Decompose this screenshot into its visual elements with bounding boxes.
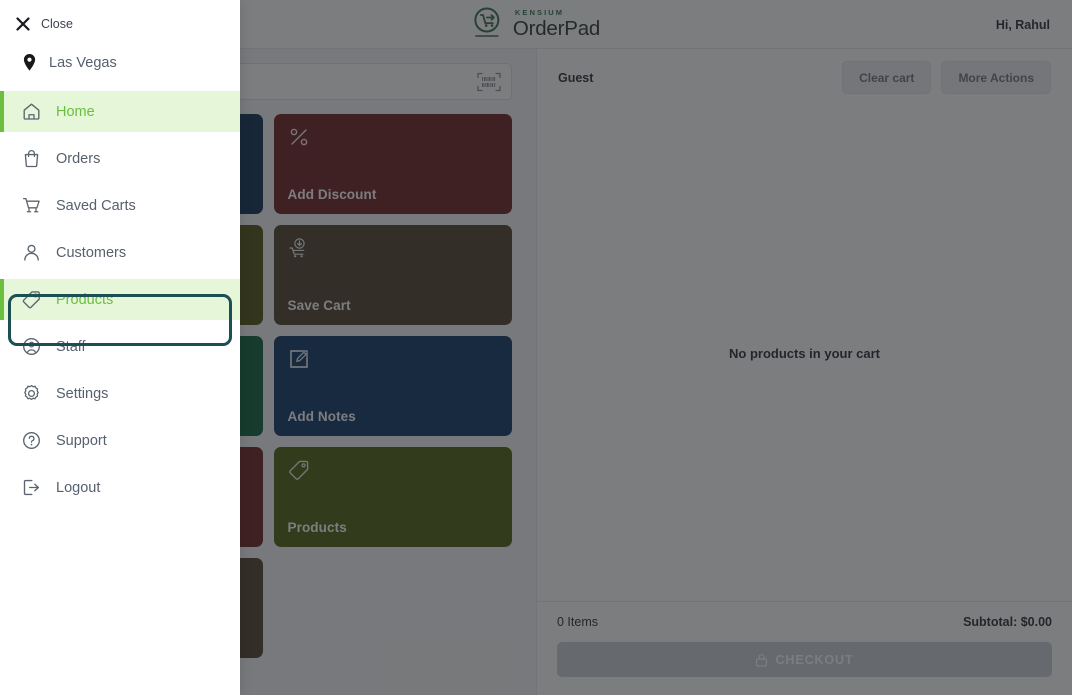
sidebar-item-label: Staff bbox=[56, 338, 86, 355]
gear-icon bbox=[24, 384, 39, 401]
sidebar-item-logout[interactable]: Logout bbox=[0, 467, 240, 508]
more-actions-button[interactable]: More Actions bbox=[941, 61, 1051, 94]
cart-header: Guest Clear cart More Actions bbox=[537, 49, 1072, 106]
sidebar-item-settings[interactable]: Settings bbox=[0, 373, 240, 414]
action-tile-add-discount[interactable]: Add Discount bbox=[273, 114, 512, 214]
cart-empty-message: No products in your cart bbox=[729, 346, 880, 361]
store-location-label: Las Vegas bbox=[49, 54, 117, 71]
sidebar-item-label: Support bbox=[56, 432, 107, 449]
sidebar-item-orders[interactable]: Orders bbox=[0, 138, 240, 179]
sidebar-item-label: Products bbox=[56, 291, 114, 308]
home-icon bbox=[23, 103, 40, 120]
save-cart-icon bbox=[288, 238, 305, 258]
sidebar-item-home[interactable]: Home bbox=[0, 91, 240, 132]
sidebar-item-label: Home bbox=[56, 103, 95, 120]
percent-icon bbox=[290, 128, 307, 146]
cart-totals-row: 0 Items Subtotal: $0.00 bbox=[557, 615, 1052, 629]
drawer-nav: Home Orders Saved Carts Customers Produc… bbox=[0, 91, 240, 508]
close-drawer-button[interactable]: Close bbox=[0, 0, 240, 31]
checkout-button[interactable]: CHECKOUT bbox=[557, 642, 1052, 677]
checkout-label: CHECKOUT bbox=[775, 652, 854, 667]
cart-items-area: No products in your cart bbox=[537, 106, 1072, 601]
shopping-cart-circle-icon bbox=[474, 7, 500, 37]
cart-icon bbox=[22, 197, 40, 213]
tile-label: Add Notes bbox=[287, 409, 356, 424]
action-tile-products[interactable]: Products bbox=[273, 447, 512, 547]
tag-icon bbox=[288, 460, 308, 480]
store-location[interactable]: Las Vegas bbox=[0, 31, 240, 72]
sidebar-item-customers[interactable]: Customers bbox=[0, 232, 240, 273]
tag-icon bbox=[22, 291, 40, 309]
sidebar-item-label: Customers bbox=[56, 244, 127, 261]
question-icon bbox=[23, 432, 40, 449]
tile-label: Save Cart bbox=[287, 298, 351, 313]
logout-icon bbox=[23, 479, 40, 496]
cart-panel: Guest Clear cart More Actions No product… bbox=[536, 49, 1072, 695]
app-logo: KENSIUM OrderPad bbox=[472, 5, 600, 41]
sidebar-item-label: Saved Carts bbox=[56, 197, 136, 214]
logo-orderpad-text: OrderPad bbox=[512, 16, 601, 40]
barcode-scanner-icon[interactable] bbox=[477, 72, 501, 92]
edit-note-icon bbox=[289, 350, 308, 368]
action-tile-save-cart[interactable]: Save Cart bbox=[273, 225, 512, 325]
sidebar-item-label: Orders bbox=[56, 150, 101, 167]
user-icon bbox=[24, 244, 39, 261]
sidebar-item-staff[interactable]: Staff bbox=[0, 326, 240, 367]
close-x-icon bbox=[16, 17, 30, 31]
action-tile-add-notes[interactable]: Add Notes bbox=[273, 336, 512, 436]
sidebar-item-products[interactable]: Products bbox=[0, 279, 240, 320]
navigation-drawer: Close Las Vegas Home Orders Saved Carts … bbox=[0, 0, 240, 695]
sidebar-item-saved-carts[interactable]: Saved Carts bbox=[0, 185, 240, 226]
cart-item-count: 0 Items bbox=[557, 615, 598, 629]
sidebar-item-label: Logout bbox=[56, 479, 101, 496]
sidebar-item-support[interactable]: Support bbox=[0, 420, 240, 461]
user-greeting[interactable]: Hi, Rahul bbox=[996, 18, 1050, 32]
user-circle-icon bbox=[23, 338, 40, 355]
close-label: Close bbox=[41, 17, 73, 31]
clear-cart-button[interactable]: Clear cart bbox=[842, 61, 932, 94]
lock-icon bbox=[756, 653, 768, 667]
cart-customer-name[interactable]: Guest bbox=[558, 71, 832, 85]
tile-label: Products bbox=[287, 520, 347, 535]
location-pin-icon bbox=[23, 54, 36, 71]
bag-icon bbox=[24, 150, 39, 168]
logo-kensium-text: KENSIUM bbox=[514, 8, 565, 17]
app-root: KENSIUM OrderPad Hi, Rahul Add Discount … bbox=[0, 0, 1072, 695]
cart-footer: 0 Items Subtotal: $0.00 CHECKOUT bbox=[537, 601, 1072, 695]
cart-subtotal: Subtotal: $0.00 bbox=[963, 615, 1052, 629]
tile-label: Add Discount bbox=[287, 187, 377, 202]
sidebar-item-label: Settings bbox=[56, 385, 109, 402]
